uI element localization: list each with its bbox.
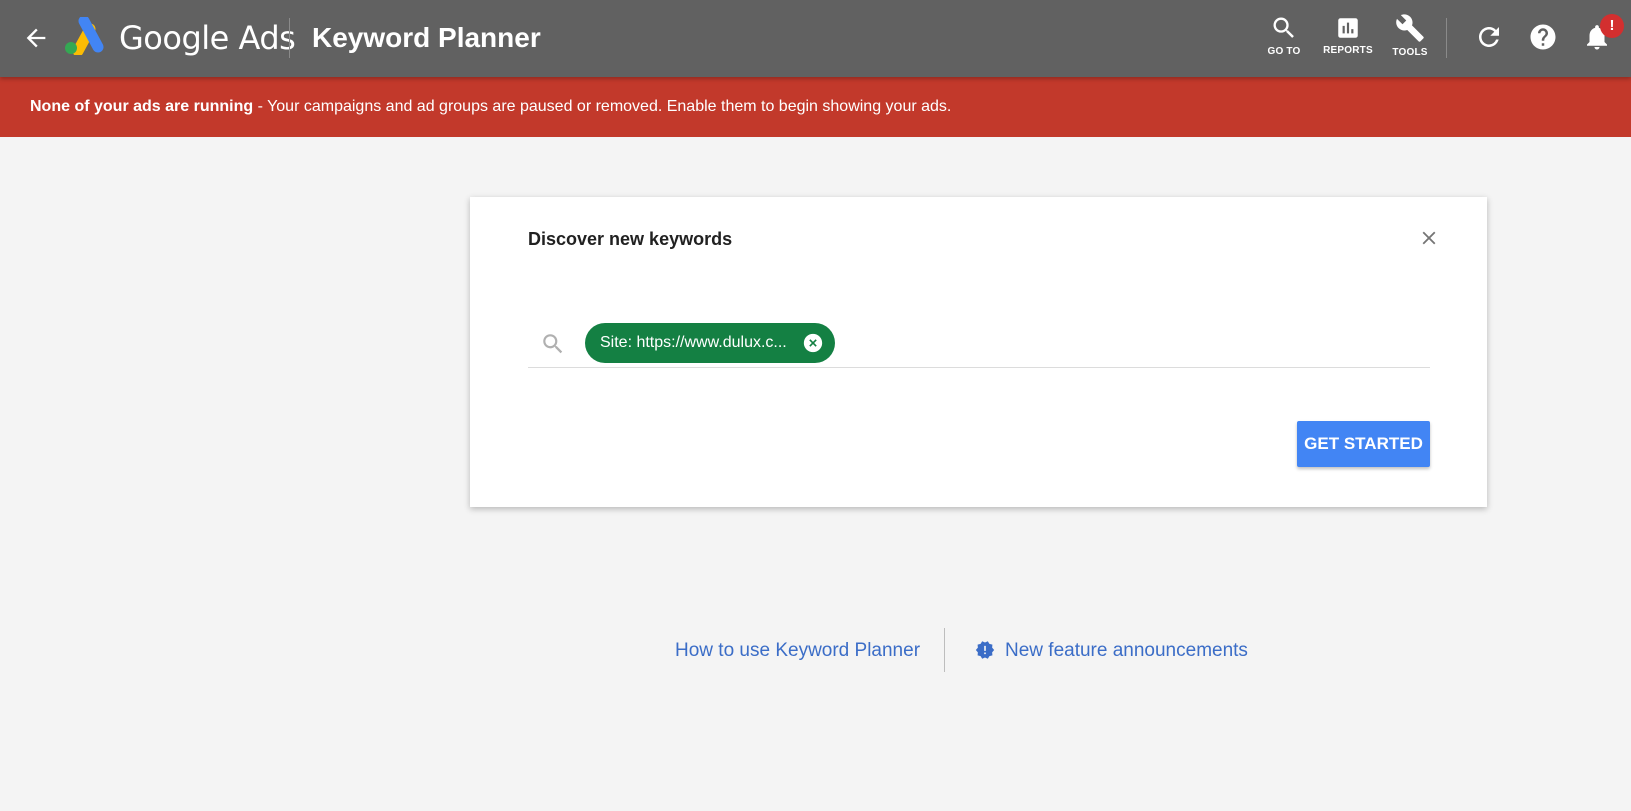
- back-arrow-icon[interactable]: [22, 24, 50, 52]
- help-icon[interactable]: [1528, 22, 1558, 52]
- announcement-badge-icon: [975, 641, 995, 659]
- alert-bold-text: None of your ads are running: [30, 98, 254, 115]
- alert-message: None of your ads are running - Your camp…: [30, 77, 951, 137]
- discover-keywords-card: Discover new keywords Site: https://www.…: [470, 197, 1487, 507]
- keyword-search-field[interactable]: Site: https://www.dulux.c...: [528, 317, 1430, 368]
- alert-text: - Your campaigns and ad groups are pause…: [253, 98, 952, 115]
- wrench-icon: [1396, 14, 1424, 42]
- help-links: How to use Keyword Planner New feature a…: [0, 628, 1631, 672]
- card-title: Discover new keywords: [528, 229, 733, 249]
- reports-button[interactable]: REPORTS: [1320, 15, 1376, 56]
- search-icon: [1273, 17, 1294, 38]
- links-divider: [944, 628, 945, 672]
- header-divider: [1446, 18, 1447, 58]
- product-name: Google Ads: [119, 19, 296, 57]
- page-title: Keyword Planner: [312, 22, 541, 53]
- alert-banner: None of your ads are running - Your camp…: [0, 77, 1631, 137]
- notification-badge: !: [1600, 14, 1624, 38]
- tools-label: TOOLS: [1392, 47, 1428, 58]
- refresh-icon[interactable]: [1474, 22, 1504, 52]
- header-divider: [289, 18, 290, 58]
- reports-label: REPORTS: [1323, 45, 1373, 56]
- reports-icon: [1338, 18, 1358, 38]
- how-to-use-link[interactable]: How to use Keyword Planner: [675, 640, 920, 662]
- new-feature-announcements-link[interactable]: New feature announcements: [1005, 640, 1248, 662]
- top-app-bar: Google Ads Keyword Planner GO TO REPORTS…: [0, 0, 1631, 77]
- goto-button[interactable]: GO TO: [1262, 14, 1306, 57]
- remove-chip-icon[interactable]: [803, 333, 823, 353]
- tools-button[interactable]: TOOLS: [1388, 13, 1432, 58]
- close-icon[interactable]: [1418, 227, 1440, 249]
- google-ads-logo-icon[interactable]: [63, 17, 105, 55]
- get-started-button[interactable]: GET STARTED: [1297, 421, 1430, 467]
- search-icon: [543, 334, 563, 354]
- site-chip[interactable]: Site: https://www.dulux.c...: [585, 323, 835, 363]
- goto-label: GO TO: [1267, 46, 1301, 57]
- site-chip-label: Site: https://www.dulux.c...: [600, 334, 787, 351]
